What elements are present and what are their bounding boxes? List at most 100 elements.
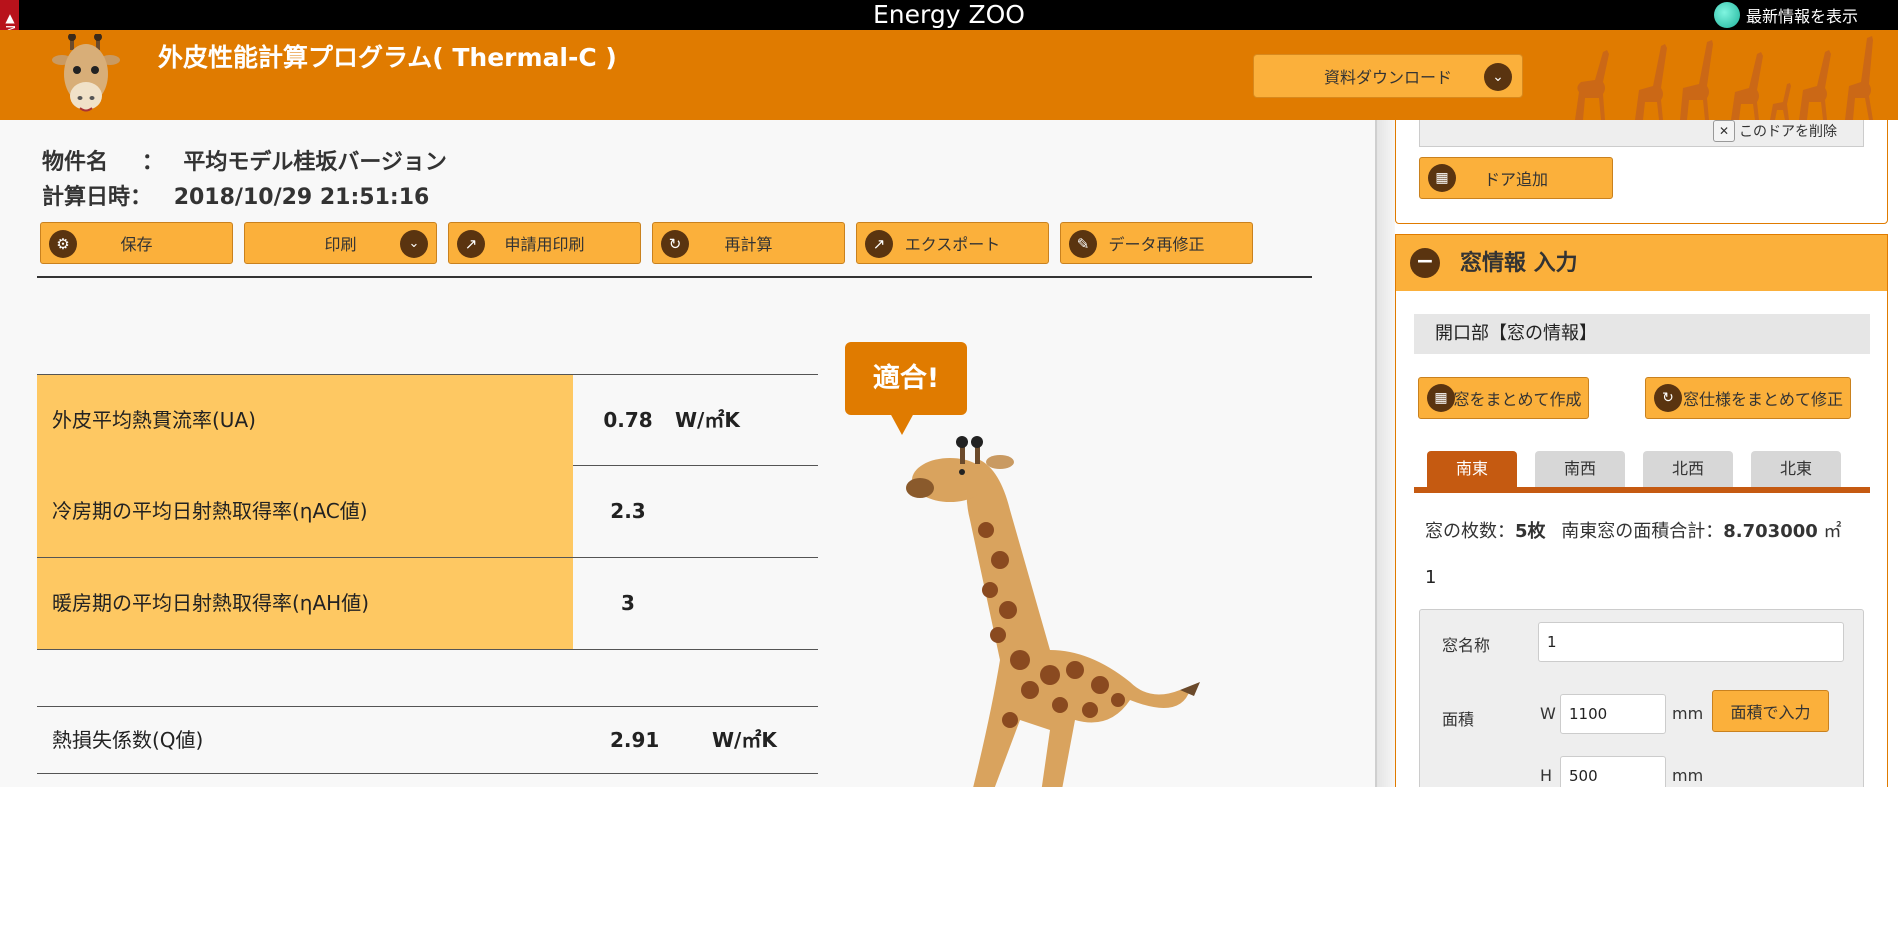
area-input-button[interactable]: 面積で入力 — [1712, 690, 1829, 732]
tab-southeast[interactable]: 南東 — [1427, 451, 1517, 487]
batch-create-label: 窓をまとめて作成 — [1453, 390, 1582, 409]
width-input[interactable]: 1100 — [1560, 694, 1666, 734]
count-label: 窓の枚数： — [1425, 521, 1515, 542]
print-label: 印刷 — [324, 235, 357, 254]
calc-date-row: 計算日時： 2018/10/29 21:51:16 — [42, 179, 429, 211]
divider — [37, 276, 1312, 278]
save-label: 保存 — [120, 235, 153, 254]
tab-northeast[interactable]: 北東 — [1751, 451, 1841, 487]
recalc-button[interactable]: ↻ 再計算 — [652, 222, 845, 264]
window-name-input[interactable]: 1 — [1538, 622, 1844, 662]
result-unit: W/㎡K — [675, 408, 740, 432]
window-form: 窓名称 1 面積 W 1100 mm 面積で入力 H 500 mm — [1419, 609, 1864, 787]
tab-underline — [1414, 487, 1870, 493]
door-add-label: ドア追加 — [1483, 170, 1548, 189]
width-label: W — [1540, 704, 1556, 723]
batch-edit-button[interactable]: ↻ 窓仕様をまとめて修正 — [1645, 377, 1851, 419]
print-dropdown[interactable]: 印刷 ⌄ — [244, 222, 437, 264]
window-count: 5枚 — [1515, 521, 1546, 542]
window-section-body: 開口部【窓の情報】 ▦ 窓をまとめて作成 ↻ 窓仕様をまとめて修正 南東 南西 … — [1395, 291, 1888, 787]
grid-icon: ▦ — [1428, 164, 1456, 192]
window-name-label: 窓名称 — [1442, 636, 1491, 655]
result-label: 冷房期の平均日射熱取得率(ηAC値) — [37, 466, 573, 557]
batch-create-button[interactable]: ▦ 窓をまとめて作成 — [1418, 377, 1589, 419]
table-row: 冷房期の平均日射熱取得率(ηAC値) 2.3 — [37, 466, 818, 558]
close-icon: ✕ — [1713, 120, 1735, 142]
tab-southwest[interactable]: 南西 — [1535, 451, 1625, 487]
result-label: 外皮平均熱貫流率(UA) — [37, 375, 573, 466]
area-label: 南東窓の面積合計： — [1561, 521, 1724, 542]
area-unit: ㎡ — [1823, 521, 1842, 542]
opening-title: 開口部【窓の情報】 — [1414, 314, 1870, 354]
collapse-icon: − — [1410, 248, 1440, 278]
result-label: 暖房期の平均日射熱取得率(ηAH値) — [37, 558, 573, 649]
batch-edit-label: 窓仕様をまとめて修正 — [1682, 390, 1843, 409]
refresh-icon: ↻ — [661, 230, 689, 258]
height-label: H — [1540, 766, 1553, 785]
height-input[interactable]: 500 — [1560, 756, 1666, 787]
results-table: 外皮平均熱貫流率(UA) 0.78 W/㎡K 冷房期の平均日射熱取得率(ηAC値… — [37, 374, 818, 650]
door-delete-label: このドアを削除 — [1739, 124, 1837, 140]
export-button[interactable]: ↗ エクスポート — [856, 222, 1049, 264]
q-value-unit: W/㎡K — [712, 728, 777, 752]
share-icon: ↗ — [865, 230, 893, 258]
project-name-value: 平均モデル桂坂バージョン — [183, 150, 447, 175]
data-edit-label: データ再修正 — [1108, 235, 1205, 254]
news-label: 最新情報を表示 — [1745, 7, 1858, 26]
giraffe-silhouettes-decoration — [1575, 36, 1873, 120]
window-index: 1 — [1425, 567, 1437, 588]
site-title: Energy ZOO — [873, 0, 1025, 29]
q-value-value: 2.91 — [610, 728, 660, 752]
download-dropdown[interactable]: 資料ダウンロード ⌄ — [1253, 54, 1523, 98]
top-bar: Energy ZOO 最新情報を表示 — [0, 0, 1898, 30]
panel-divider[interactable] — [1375, 120, 1395, 787]
chevron-down-icon: ⌄ — [1484, 63, 1512, 91]
giraffe-logo-icon — [52, 34, 120, 112]
result-value: 0.78 — [603, 408, 653, 432]
share-icon: ↗ — [457, 230, 485, 258]
project-name-separator: ： — [141, 150, 164, 175]
download-label: 資料ダウンロード — [1323, 68, 1452, 87]
app-header: 外皮性能計算プログラム( Thermal-C ) 資料ダウンロード ⌄ — [0, 30, 1898, 120]
table-row: 暖房期の平均日射熱取得率(ηAH値) 3 — [37, 558, 818, 650]
door-add-button[interactable]: ▦ ドア追加 — [1419, 157, 1613, 199]
apply-print-label: 申請用印刷 — [504, 235, 585, 254]
door-item: ✕ このドアを削除 — [1419, 120, 1864, 147]
window-summary: 窓の枚数：5枚 南東窓の面積合計：8.703000 ㎡ — [1425, 517, 1842, 543]
window-section-header[interactable]: − 窓情報 入力 — [1395, 234, 1888, 291]
recalc-label: 再計算 — [724, 235, 773, 254]
calc-date-label: 計算日時： — [42, 185, 153, 210]
area-total: 8.703000 — [1723, 521, 1818, 542]
width-unit: mm — [1672, 704, 1704, 723]
q-value-label: 熱損失係数(Q値) — [52, 728, 204, 752]
door-delete-button[interactable]: ✕ このドアを削除 — [1713, 120, 1837, 142]
refresh-icon: ↻ — [1654, 384, 1682, 412]
result-value: 2.3 — [610, 499, 646, 523]
calc-date-value: 2018/10/29 21:51:16 — [173, 185, 430, 210]
area-field-label: 面積 — [1442, 710, 1475, 729]
export-label: エクスポート — [904, 235, 1001, 254]
save-button[interactable]: ⚙ 保存 — [40, 222, 233, 264]
verdict-bubble: 適合! — [845, 342, 967, 435]
program-title: 外皮性能計算プログラム( Thermal-C ) — [158, 43, 617, 72]
tab-northwest[interactable]: 北西 — [1643, 451, 1733, 487]
table-row: 外皮平均熱貫流率(UA) 0.78 W/㎡K — [37, 374, 818, 466]
news-toggle[interactable]: 最新情報を表示 — [1713, 0, 1858, 30]
gear-icon: ⚙ — [49, 230, 77, 258]
main-content: 物件名 ： 平均モデル桂坂バージョン 計算日時： 2018/10/29 21:5… — [0, 120, 1375, 787]
pencil-icon: ✎ — [1069, 230, 1097, 258]
chevron-down-icon: ⌄ — [400, 230, 428, 258]
giraffe-illustration-icon — [906, 436, 1200, 787]
area-input-label: 面積で入力 — [1730, 703, 1811, 722]
apply-print-button[interactable]: ↗ 申請用印刷 — [448, 222, 641, 264]
data-edit-button[interactable]: ✎ データ再修正 — [1060, 222, 1253, 264]
window-header-label: 窓情報 入力 — [1460, 251, 1578, 276]
grid-icon: ▦ — [1427, 384, 1455, 412]
height-unit: mm — [1672, 766, 1704, 785]
q-value-row: 熱損失係数(Q値) 2.91 W/㎡K — [37, 706, 818, 774]
result-value: 3 — [621, 591, 635, 615]
side-panel: ✕ このドアを削除 ▦ ドア追加 − 窓情報 入力 開口部【窓の情報】 ▦ 窓を… — [1395, 120, 1898, 787]
door-panel: ✕ このドアを削除 ▦ ドア追加 — [1395, 120, 1888, 224]
project-name-label: 物件名 — [42, 150, 109, 175]
news-toggle-icon — [1713, 2, 1740, 28]
